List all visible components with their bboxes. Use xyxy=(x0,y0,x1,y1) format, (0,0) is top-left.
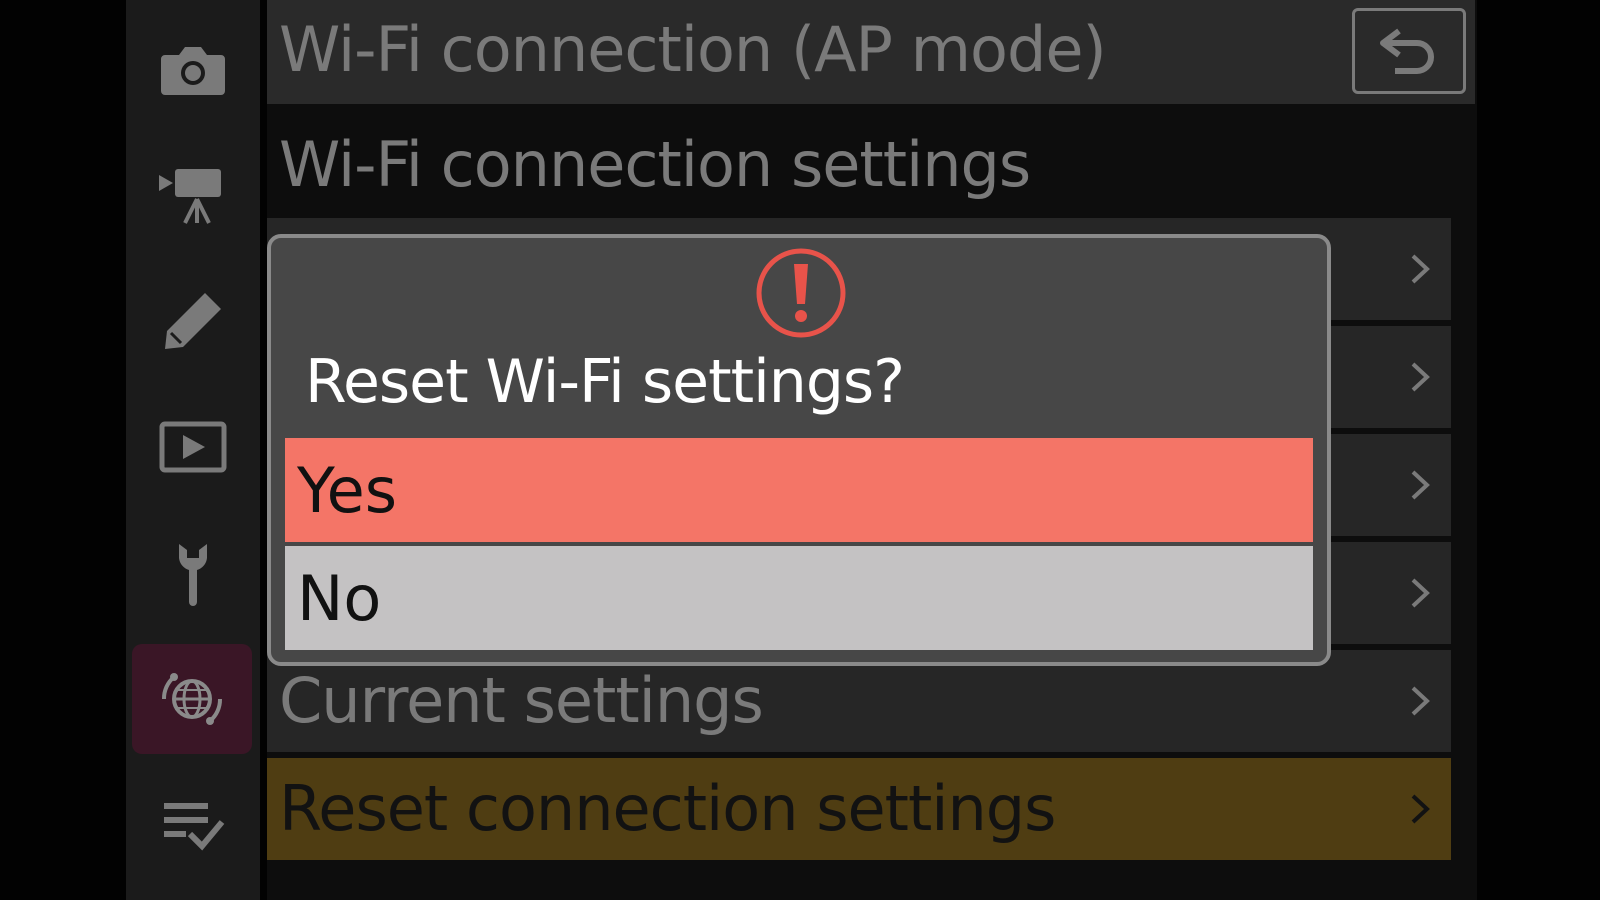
yes-option-label: Yes xyxy=(297,454,398,527)
chevron-right-icon xyxy=(1411,686,1430,716)
no-option[interactable]: No xyxy=(285,546,1313,650)
tab-network[interactable] xyxy=(132,644,252,754)
menu-header: Wi-Fi connection (AP mode) xyxy=(267,0,1475,104)
back-arrow-icon xyxy=(1380,28,1434,74)
menu-tab-rail xyxy=(126,0,260,900)
tab-my-menu[interactable] xyxy=(126,770,260,880)
chevron-right-icon xyxy=(1411,794,1430,824)
chevron-right-icon xyxy=(1411,362,1430,392)
menu-item-label: Current settings xyxy=(279,664,764,737)
network-globe-icon xyxy=(161,673,223,725)
menu-item-label: Reset connection settings xyxy=(279,772,1056,845)
menu-item-reset-connection-settings[interactable]: Reset connection settings xyxy=(267,758,1451,860)
tab-playback[interactable] xyxy=(126,392,260,502)
section-title: Wi-Fi connection settings xyxy=(279,128,1031,201)
camera-menu-screen: Wi-Fi connection (AP mode) Wi-Fi connect… xyxy=(0,0,1600,900)
chevron-right-icon xyxy=(1411,470,1430,500)
dialog-question: Reset Wi-Fi settings? xyxy=(305,347,905,417)
tab-custom-settings[interactable] xyxy=(126,266,260,376)
my-menu-icon xyxy=(164,803,225,851)
chevron-right-icon xyxy=(1411,578,1430,608)
movie-camera-icon xyxy=(159,169,221,224)
back-button[interactable] xyxy=(1352,8,1466,94)
chevron-right-icon xyxy=(1411,254,1430,284)
camera-icon xyxy=(161,47,225,95)
reset-confirm-dialog: Reset Wi-Fi settings? Yes No xyxy=(267,234,1331,666)
wrench-icon xyxy=(179,544,207,606)
no-option-label: No xyxy=(297,562,382,635)
tab-movie-recording[interactable] xyxy=(126,140,260,250)
pencil-icon xyxy=(165,293,221,349)
playback-icon xyxy=(159,421,227,473)
tab-photo-shooting[interactable] xyxy=(126,14,260,124)
page-title: Wi-Fi connection (AP mode) xyxy=(279,13,1107,86)
warning-icon xyxy=(756,248,846,338)
yes-option[interactable]: Yes xyxy=(285,438,1313,542)
tab-setup[interactable] xyxy=(126,518,260,628)
